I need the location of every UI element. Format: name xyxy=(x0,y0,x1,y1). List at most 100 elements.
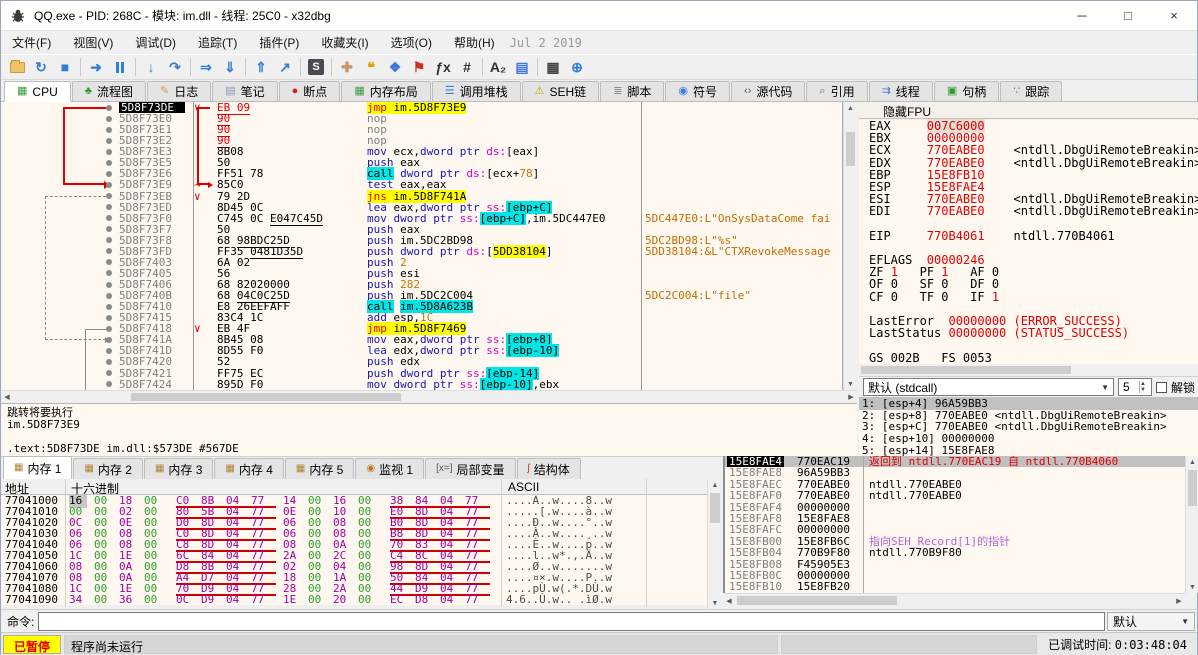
stack-row[interactable]: 15E8FB08F45905E3 xyxy=(725,559,1185,570)
function-button[interactable]: ƒx xyxy=(431,56,455,78)
breakpoint-dot-icon[interactable] xyxy=(106,204,112,210)
register-row[interactable]: EIP 770B4061 ntdll.770B4061 xyxy=(859,230,1198,242)
tab-source[interactable]: ‹›源代码 xyxy=(731,81,805,101)
breakpoint-dot-icon[interactable] xyxy=(106,348,112,354)
font-button[interactable]: A₂ xyxy=(486,56,510,78)
stack-row[interactable]: 15E8FB04770B9F80ntdll.770B9F80 xyxy=(725,547,1185,558)
scroll-thumb[interactable] xyxy=(131,393,401,401)
stack-row[interactable]: 15E8FB0C00000000 xyxy=(725,570,1185,581)
tab-log[interactable]: ✎日志 xyxy=(147,81,211,101)
run-until-expression-button[interactable]: ⇓ xyxy=(218,56,242,78)
stack-row[interactable]: 15E8FAF400000000 xyxy=(725,502,1185,513)
calculator-button[interactable]: ▦ xyxy=(541,56,565,78)
menu-item-h[interactable]: 帮助(H) xyxy=(443,33,506,53)
tab-notes[interactable]: ▤笔记 xyxy=(212,81,277,101)
breakpoint-dot-icon[interactable] xyxy=(106,282,112,288)
tab-seh[interactable]: ⚠SEH链 xyxy=(522,81,600,101)
tab-threads[interactable]: ⇉线程 xyxy=(869,81,933,101)
tab-memory-map[interactable]: ▦内存布局 xyxy=(341,81,430,101)
stack-view[interactable]: 15E8FAE4770EAC19返回到 ntdll.770EAC19 自 ntd… xyxy=(723,456,1185,593)
disasm-row[interactable]: 5D8F7424895D F0mov dword ptr ss:[ebp-10]… xyxy=(1,379,842,390)
stack-vscrollbar[interactable]: ▲ ▼ xyxy=(1185,456,1198,593)
tab-graph[interactable]: ♣流程图 xyxy=(72,81,146,101)
calling-convention-select[interactable]: 默认 (stdcall) ▼ xyxy=(863,378,1114,396)
tab-dump-3[interactable]: ▦内存 3 xyxy=(144,458,213,479)
tab-references[interactable]: ⌕引用 xyxy=(806,81,867,101)
tab-symbols[interactable]: ◉符号 xyxy=(665,81,730,101)
registers-hscrollbar[interactable] xyxy=(859,364,1198,376)
stack-row[interactable]: 15E8FAF815E8FAE8 xyxy=(725,513,1185,524)
stack-row[interactable]: 15E8FB1015E8FB20 xyxy=(725,581,1185,592)
register-row[interactable]: LastStatus 00000000 (STATUS_SUCCESS) xyxy=(859,327,1198,339)
breakpoint-dot-icon[interactable] xyxy=(106,248,112,254)
breakpoint-dot-icon[interactable] xyxy=(106,293,112,299)
tab-breakpoints[interactable]: ●断点 xyxy=(279,81,341,101)
restart-button[interactable]: ↻ xyxy=(29,56,53,78)
run-to-selection-button[interactable]: ⇒ xyxy=(194,56,218,78)
stack-row[interactable]: 15E8FAE4770EAC19返回到 ntdll.770EAC19 自 ntd… xyxy=(725,456,1185,467)
run-button[interactable]: ➜ xyxy=(84,56,108,78)
tab-dump-4[interactable]: ▦内存 4 xyxy=(214,458,283,479)
step-into-button[interactable]: ↓ xyxy=(139,56,163,78)
argument-row[interactable]: 1: [esp+4] 96A59BB3 xyxy=(859,398,1198,410)
disassembly-hscrollbar[interactable]: ◀ ▶ xyxy=(1,390,857,403)
breakpoint-dot-icon[interactable] xyxy=(106,127,112,133)
step-over-button[interactable]: ↷ xyxy=(163,56,187,78)
command-script-select[interactable]: 默认 ▼ xyxy=(1107,612,1195,631)
scroll-right-icon[interactable]: ▶ xyxy=(1173,594,1185,607)
tab-dump-2[interactable]: ▦内存 2 xyxy=(73,458,142,479)
breakpoint-dot-icon[interactable] xyxy=(106,337,112,343)
label-button[interactable]: ❖ xyxy=(383,56,407,78)
tab-watch-1[interactable]: ◉监视 1 xyxy=(355,458,424,479)
stop-button[interactable]: ■ xyxy=(53,56,77,78)
scroll-thumb[interactable] xyxy=(1188,470,1197,506)
comment-button[interactable]: ❝ xyxy=(359,56,383,78)
register-row[interactable]: GS 002B FS 0053 xyxy=(859,352,1198,364)
memory-dump-row[interactable]: 77041090340036000CD904771E002000ECD80477… xyxy=(1,594,707,605)
dump-vscrollbar[interactable]: ▲ ▼ xyxy=(707,479,722,609)
run-to-user-code-button[interactable]: ↗ xyxy=(273,56,297,78)
breakpoint-dot-icon[interactable] xyxy=(106,149,112,155)
argument-row[interactable]: 4: [esp+10] 00000000 xyxy=(859,433,1198,445)
scroll-up-icon[interactable]: ▲ xyxy=(708,479,722,491)
breakpoint-dot-icon[interactable] xyxy=(106,226,112,232)
tab-locals[interactable]: [x=]局部变量 xyxy=(425,458,515,479)
breakpoint-dot-icon[interactable] xyxy=(106,315,112,321)
tab-dump-5[interactable]: ▦内存 5 xyxy=(285,458,354,479)
hash-button[interactable]: # xyxy=(455,56,479,78)
close-button[interactable]: × xyxy=(1151,1,1197,30)
scroll-up-icon[interactable]: ▲ xyxy=(844,102,857,114)
breakpoint-dot-icon[interactable] xyxy=(106,237,112,243)
breakpoint-dot-icon[interactable] xyxy=(106,138,112,144)
hide-fpu-button[interactable]: 隐藏FPU xyxy=(859,102,1198,119)
patch-button[interactable]: ✚ xyxy=(335,56,359,78)
breakpoint-dot-icon[interactable] xyxy=(106,259,112,265)
breakpoint-dot-icon[interactable] xyxy=(106,193,112,199)
scroll-up-icon[interactable]: ▲ xyxy=(1186,456,1198,468)
arg-count-stepper[interactable]: 5 ▲▼ xyxy=(1118,378,1152,396)
breakpoint-dot-icon[interactable] xyxy=(106,381,112,387)
bookmark-button[interactable]: ⚑ xyxy=(407,56,431,78)
register-row[interactable]: CF 0 TF 0 IF 1 xyxy=(859,291,1198,303)
maximize-button[interactable]: □ xyxy=(1105,1,1151,30)
breakpoint-dot-icon[interactable] xyxy=(106,326,112,332)
scroll-left-icon[interactable]: ◀ xyxy=(723,594,735,607)
breakpoint-dot-icon[interactable] xyxy=(106,270,112,276)
scroll-right-icon[interactable]: ▶ xyxy=(845,391,857,403)
breakpoint-dot-icon[interactable] xyxy=(106,160,112,166)
breakpoint-dot-icon[interactable] xyxy=(106,304,112,310)
disassembly-view[interactable]: 5D8F73DE∨EB 09jmp im.5D8F73E95D8F73E090n… xyxy=(1,102,843,390)
help-button[interactable]: ⊕ xyxy=(565,56,589,78)
menu-item-f[interactable]: 文件(F) xyxy=(1,33,62,53)
disassembly-vscrollbar[interactable]: ▲ ▼ xyxy=(843,102,857,390)
tab-call-stack[interactable]: ☰调用堆栈 xyxy=(432,81,521,101)
scroll-thumb[interactable] xyxy=(710,493,720,523)
breakpoint-dot-icon[interactable] xyxy=(106,182,112,188)
memory-dump-view[interactable]: 7704100016001800C08B04771400160038840477… xyxy=(1,495,707,605)
menu-item-t[interactable]: 追踪(T) xyxy=(187,33,248,53)
pause-button[interactable] xyxy=(108,56,132,78)
modules-button[interactable]: ▤ xyxy=(510,56,534,78)
disasm-row[interactable]: 5D8F73E9→85C0test eax,eax xyxy=(1,179,842,190)
breakpoint-dot-icon[interactable] xyxy=(106,215,112,221)
tab-struct[interactable]: ʃ结构体 xyxy=(517,458,581,479)
